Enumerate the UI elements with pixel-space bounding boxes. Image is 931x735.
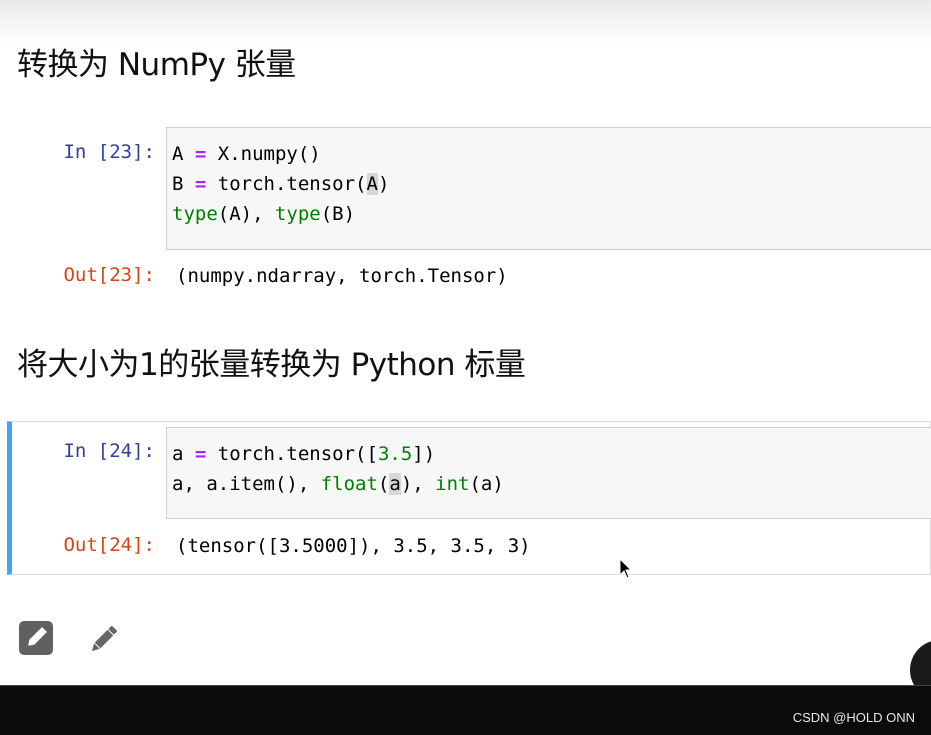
code-line: a, a.item(), float(a), int(a)	[172, 473, 504, 495]
code-line: a = torch.tensor([3.5])	[172, 443, 436, 465]
in-prompt: In [23]:	[63, 141, 155, 163]
watermark: CSDN @HOLD ONN	[792, 710, 915, 725]
pencil-square-icon[interactable]	[19, 621, 53, 659]
bottom-bar	[0, 685, 931, 735]
code-editor[interactable]: A = X.numpy() B = torch.tensor(A) type(A),…	[166, 127, 931, 250]
out-prompt: Out[24]:	[63, 534, 155, 556]
code-lines: A = X.numpy() B = torch.tensor(A) type(A),…	[172, 139, 389, 229]
mouse-pointer-icon	[619, 558, 633, 579]
section-heading-scalar: 将大小为1的张量转换为 Python 标量	[17, 347, 526, 383]
code-line: B = torch.tensor(A)	[172, 173, 390, 195]
pencil-icon[interactable]	[86, 621, 122, 661]
code-line: A = X.numpy()	[172, 143, 321, 165]
code-editor[interactable]: a = torch.tensor([3.5]) a, a.item(), floa…	[166, 427, 931, 519]
section-heading-numpy: 转换为 NumPy 张量	[17, 47, 296, 83]
code-lines: a = torch.tensor([3.5]) a, a.item(), floa…	[172, 439, 504, 499]
top-fade	[0, 0, 931, 44]
in-prompt: In [24]:	[63, 440, 155, 462]
code-line: type(A), type(B)	[172, 203, 356, 225]
out-prompt: Out[23]:	[63, 264, 155, 286]
cell-output: (tensor([3.5000]), 3.5, 3.5, 3)	[176, 535, 531, 557]
cell-output: (numpy.ndarray, torch.Tensor)	[176, 265, 508, 287]
